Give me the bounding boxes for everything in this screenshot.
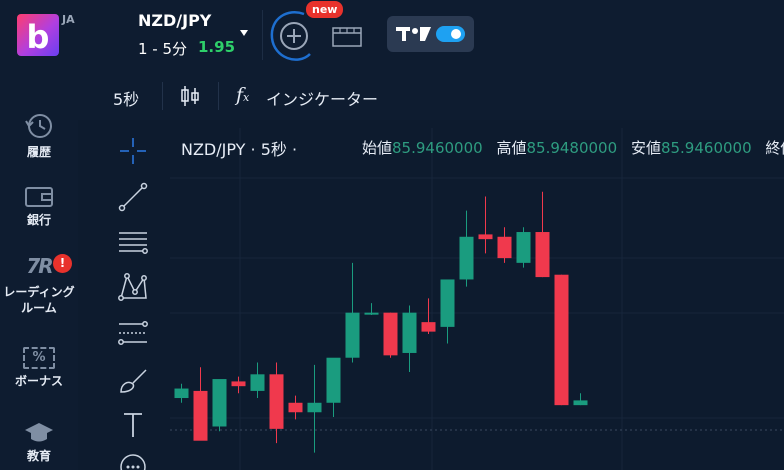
nav-label-education: 教育 <box>26 449 51 463</box>
trade-duration: 1 - 5分 <box>138 40 188 58</box>
toolbar-divider <box>162 82 163 110</box>
chart-legend: NZD/JPY · 5秒 · <box>181 136 297 160</box>
nav-label-bank: 銀行 <box>26 213 51 227</box>
nav-item-history[interactable]: 履歴 <box>0 112 78 160</box>
pattern-icon[interactable] <box>116 270 150 304</box>
candle-body <box>440 279 455 327</box>
candles-layer <box>174 191 588 453</box>
nav-label-bonus: ボーナス <box>14 374 63 388</box>
candle-body <box>573 400 588 406</box>
candle-body <box>269 374 284 429</box>
logo-letter: b <box>26 18 50 56</box>
chart-toolbar: 5秒 fx インジケーター <box>78 72 784 120</box>
candlestick-chart <box>170 128 784 470</box>
candle-body <box>459 236 474 280</box>
function-icon: fx <box>236 84 250 106</box>
bonus-ticket-icon: % <box>23 347 55 369</box>
open-value: 85.9460000 <box>392 139 483 157</box>
trading-room-icon-text: 7R <box>26 254 53 278</box>
candle-body <box>174 388 189 399</box>
candle-body <box>554 274 569 406</box>
bonus-icon-text: % <box>32 350 46 365</box>
graduation-cap-icon <box>25 423 53 442</box>
candle-body <box>231 381 246 387</box>
crosshair-icon[interactable] <box>116 134 150 168</box>
tradingview-toggle[interactable] <box>387 16 474 52</box>
brand-logo[interactable]: b <box>17 14 59 56</box>
price-chart[interactable] <box>170 128 784 470</box>
candle-body <box>250 374 265 391</box>
wallet-icon <box>25 187 53 207</box>
candle-type-icon[interactable] <box>178 84 202 108</box>
indicators-label: インジケーター <box>266 90 379 109</box>
trend-line-icon[interactable] <box>116 180 150 214</box>
close-label: 終値 <box>765 139 784 157</box>
chart-grid <box>170 128 784 470</box>
text-icon[interactable] <box>116 408 150 442</box>
candle-body <box>402 312 417 353</box>
candle-body <box>307 402 322 413</box>
candle-body <box>478 234 493 240</box>
candle-body <box>345 312 360 358</box>
nav-item-bank[interactable]: 銀行 <box>0 184 78 228</box>
brush-icon[interactable] <box>116 364 150 398</box>
candle-body <box>288 402 303 413</box>
new-badge: new <box>306 1 344 18</box>
left-nav: 履歴 銀行 7R ! レーディング ルーム % ボーナス 教育 <box>0 72 78 470</box>
history-icon <box>25 114 52 138</box>
low-label: 安値 <box>630 139 661 157</box>
more-icon[interactable] <box>116 450 150 470</box>
timeframe-button[interactable]: 5秒 <box>113 86 139 110</box>
toolbar-divider <box>218 82 219 110</box>
asset-pair[interactable]: NZD/JPY <box>138 11 211 30</box>
open-label: 始値 <box>362 139 393 157</box>
candle-body <box>326 357 341 403</box>
tradingview-icon <box>396 27 431 41</box>
nav-item-education[interactable]: 教育 <box>0 420 78 464</box>
candle-body <box>535 232 550 278</box>
layout-icon[interactable] <box>331 24 363 48</box>
nav-item-trading-room[interactable]: 7R ! レーディング ルーム <box>0 254 78 316</box>
alert-badge: ! <box>53 254 72 273</box>
region-label: JA <box>62 13 75 26</box>
ohlc-readout: 始値85.9460000 高値85.9480000 安値85.9460000 終… <box>362 137 784 158</box>
legend-title: NZD/JPY · 5秒 · <box>181 140 298 159</box>
payout-rate: 1.95 <box>198 38 236 56</box>
low-value: 85.9460000 <box>660 139 752 157</box>
candle-body <box>497 236 512 259</box>
candle-body <box>421 322 436 332</box>
high-label: 高値 <box>496 139 527 157</box>
drawing-toolbar <box>110 130 158 470</box>
top-header: b JA NZD/JPY 1 - 5分 1.95 new <box>0 0 784 72</box>
candle-body <box>364 312 379 315</box>
candle-body <box>383 312 398 356</box>
candle-body <box>212 379 227 427</box>
header-divider <box>262 10 263 60</box>
chevron-down-icon[interactable] <box>240 30 248 36</box>
high-value: 85.9480000 <box>526 139 618 157</box>
horizontal-lines-icon[interactable] <box>116 224 150 258</box>
nav-label-history: 履歴 <box>26 145 51 159</box>
fib-icon[interactable] <box>116 316 150 350</box>
toggle-switch[interactable] <box>436 26 465 42</box>
nav-label-trading-room: レーディング ルーム <box>3 285 75 315</box>
candle-body <box>193 390 208 441</box>
candle-body <box>516 232 531 263</box>
toggle-knob <box>451 29 461 39</box>
nav-item-bonus[interactable]: % ボーナス <box>0 347 78 389</box>
